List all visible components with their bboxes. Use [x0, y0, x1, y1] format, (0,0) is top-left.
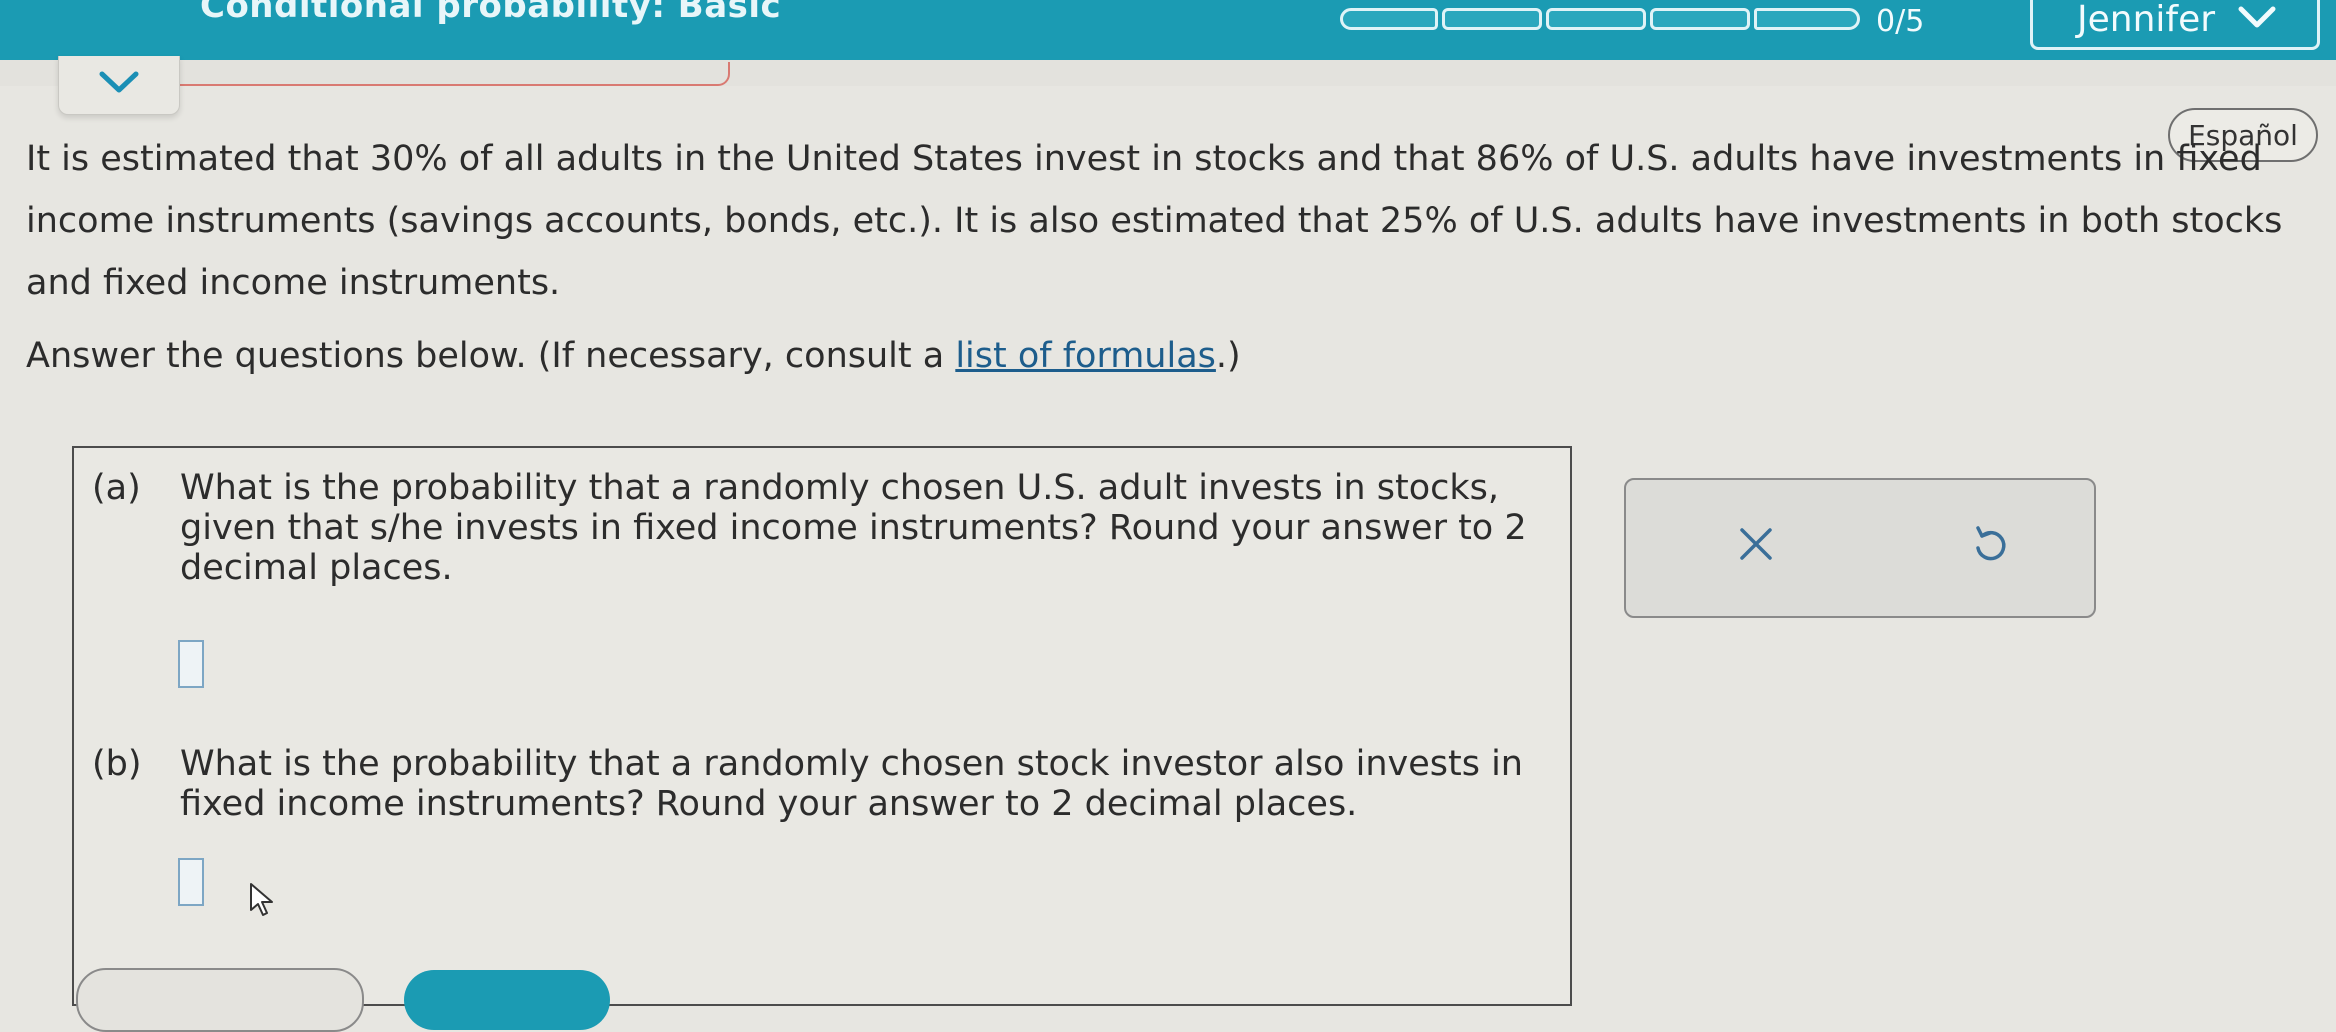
- progress-segment: [1754, 8, 1860, 30]
- answer-input-a[interactable]: [178, 640, 204, 688]
- progress-bar: [1340, 8, 1860, 30]
- progress-segment: [1546, 8, 1646, 30]
- mouse-cursor-icon: [248, 882, 276, 922]
- progress-segment: [1650, 8, 1750, 30]
- topic-title: Conditional probability: Basic: [200, 0, 782, 26]
- undo-icon: [1968, 522, 2012, 570]
- highlight-outline: [178, 62, 730, 86]
- question-panel: (a) What is the probability that a rando…: [72, 446, 1572, 1006]
- question-a: (a) What is the probability that a rando…: [92, 468, 1532, 588]
- progress-segment: [1442, 8, 1542, 30]
- question-label: (a): [92, 468, 141, 508]
- instructions-text: Answer the questions below. (If necessar…: [26, 336, 956, 376]
- question-b: (b) What is the probability that a rando…: [92, 744, 1532, 824]
- question-label: (b): [92, 744, 142, 784]
- problem-statement: It is estimated that 30% of all adults i…: [26, 139, 2283, 303]
- question-text: What is the probability that a randomly …: [180, 468, 1527, 588]
- answer-actions-panel: [1624, 478, 2096, 618]
- formula-list-link[interactable]: list of formulas: [955, 336, 1216, 376]
- user-name: Jennifer: [2077, 0, 2216, 40]
- answer-input-b[interactable]: [178, 858, 204, 906]
- top-header: Conditional probability: Basic 0/5 Jenni…: [0, 0, 2336, 60]
- user-menu-button[interactable]: Jennifer: [2030, 0, 2320, 50]
- collapse-toggle-button[interactable]: [58, 56, 180, 115]
- chevron-down-icon: [96, 68, 142, 102]
- instructions-text-end: .): [1215, 336, 1241, 376]
- question-text: What is the probability that a randomly …: [180, 744, 1523, 824]
- progress-segment: [1340, 8, 1438, 30]
- x-icon: [1736, 524, 1776, 568]
- bottom-primary-button[interactable]: [404, 970, 610, 1030]
- score-text: 0/5: [1876, 4, 1925, 39]
- clear-button[interactable]: [1726, 516, 1786, 576]
- chevron-down-icon: [2237, 0, 2277, 40]
- undo-button[interactable]: [1960, 516, 2020, 576]
- bottom-secondary-button[interactable]: [76, 968, 364, 1032]
- instructions: Answer the questions below. (If necessar…: [26, 336, 1241, 376]
